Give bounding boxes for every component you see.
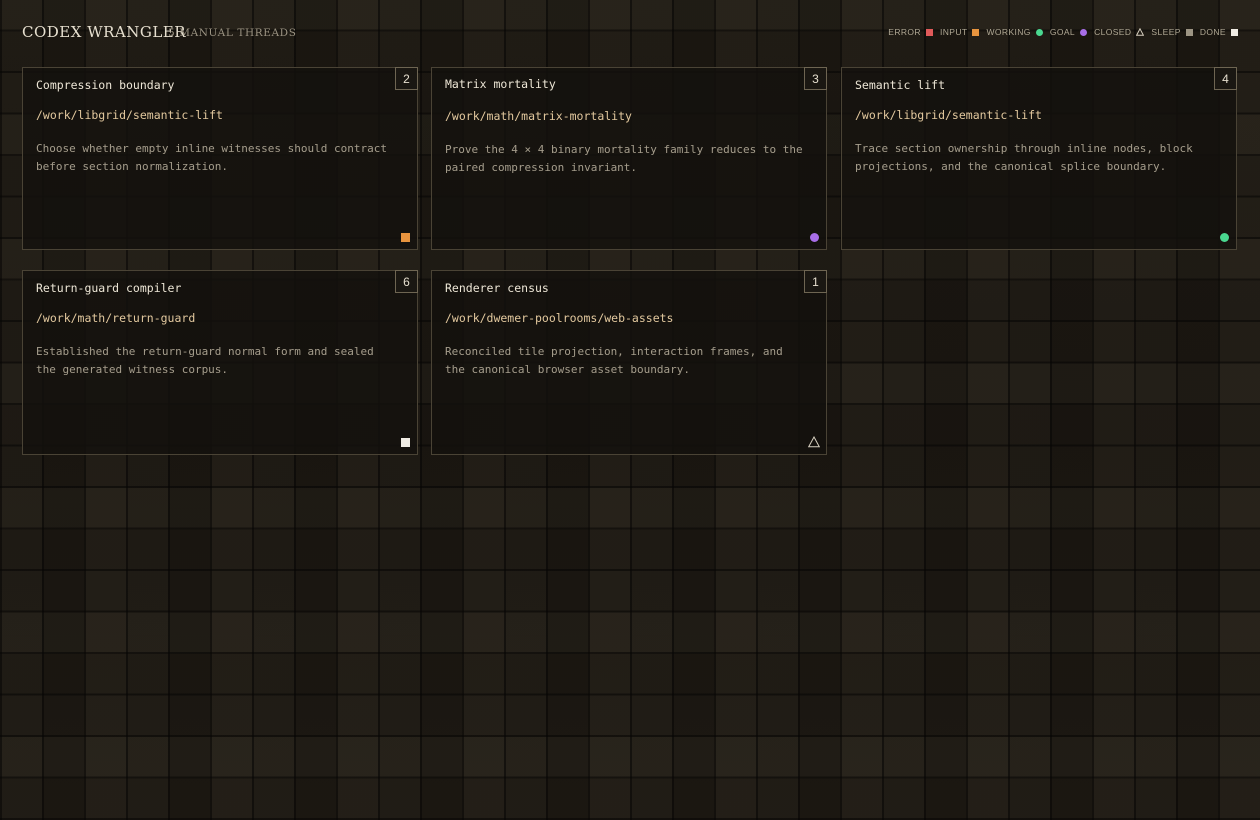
thread-path: /work/libgrid/semantic-lift	[855, 108, 1042, 122]
thread-card[interactable]: 6 Return-guard compiler /work/math/retur…	[22, 270, 418, 455]
thread-card[interactable]: 2 Compression boundary /work/libgrid/sem…	[22, 67, 418, 250]
goal-dot-icon	[810, 233, 819, 242]
closed-triangle-icon	[1136, 28, 1145, 36]
input-square-icon	[972, 28, 980, 36]
thread-title: Matrix mortality	[445, 77, 556, 91]
thread-description: Reconciled tile projection, interaction …	[445, 345, 783, 376]
thread-card[interactable]: 3 Matrix mortality /work/math/matrix-mor…	[431, 67, 827, 250]
closed-triangle-icon	[808, 436, 820, 448]
done-square-icon	[1231, 28, 1238, 36]
thread-card[interactable]: 4 Semantic lift /work/libgrid/semantic-l…	[841, 67, 1237, 250]
thread-path: /work/math/return-guard	[36, 311, 196, 325]
legend-goal: GOAL	[1049, 27, 1088, 37]
thread-description: Prove the 4 × 4 binary mortality family …	[445, 143, 803, 174]
legend-label: CLOSED	[1094, 27, 1132, 37]
thread-description: Choose whether empty inline witnesses sh…	[36, 142, 387, 173]
thread-title: Semantic lift	[855, 78, 946, 92]
legend-label: WORKING	[986, 27, 1031, 37]
thread-description: Trace section ownership through inline n…	[855, 142, 1193, 173]
thread-number-badge: 3	[804, 67, 827, 90]
thread-description: Established the return-guard normal form…	[36, 345, 374, 376]
thread-count: 5 MANUAL THREADS	[168, 27, 297, 39]
thread-title: Compression boundary	[36, 78, 175, 92]
thread-card[interactable]: 1 Renderer census /work/dwemer-poolrooms…	[431, 270, 827, 455]
legend-label: SLEEP	[1151, 27, 1181, 37]
sleep-square-icon	[1185, 28, 1193, 36]
thread-path: /work/libgrid/semantic-lift	[36, 108, 223, 122]
app-title: CODEX WRANGLER	[22, 23, 187, 41]
goal-dot-icon	[1080, 28, 1088, 36]
legend-label: INPUT	[939, 27, 968, 37]
legend-working: WORKING	[986, 27, 1043, 37]
legend-label: GOAL	[1049, 27, 1076, 37]
done-square-icon	[401, 438, 410, 447]
legend-sleep: SLEEP	[1151, 27, 1193, 37]
error-square-icon	[925, 28, 933, 36]
thread-number-badge: 6	[395, 270, 418, 293]
thread-path: /work/dwemer-poolrooms/web-assets	[445, 311, 674, 325]
input-square-icon	[401, 233, 410, 242]
thread-title: Return-guard compiler	[36, 281, 182, 295]
legend-label: ERROR	[888, 27, 921, 37]
working-dot-icon	[1035, 28, 1043, 36]
thread-number-badge: 1	[804, 270, 827, 293]
thread-number-badge: 4	[1214, 67, 1237, 90]
legend-closed: CLOSED	[1094, 27, 1145, 37]
working-dot-icon	[1220, 233, 1229, 242]
thread-number-badge: 2	[395, 67, 418, 90]
thread-title: Renderer census	[445, 281, 549, 295]
legend-error: ERROR	[888, 27, 933, 37]
legend-input: INPUT	[940, 27, 980, 37]
legend-done: DONE	[1200, 27, 1238, 37]
thread-path: /work/math/matrix-mortality	[445, 109, 632, 123]
legend-label: DONE	[1199, 27, 1226, 37]
status-legend: ERROR INPUT WORKING GOAL CLOSED SLEEP DO…	[881, 27, 1238, 37]
